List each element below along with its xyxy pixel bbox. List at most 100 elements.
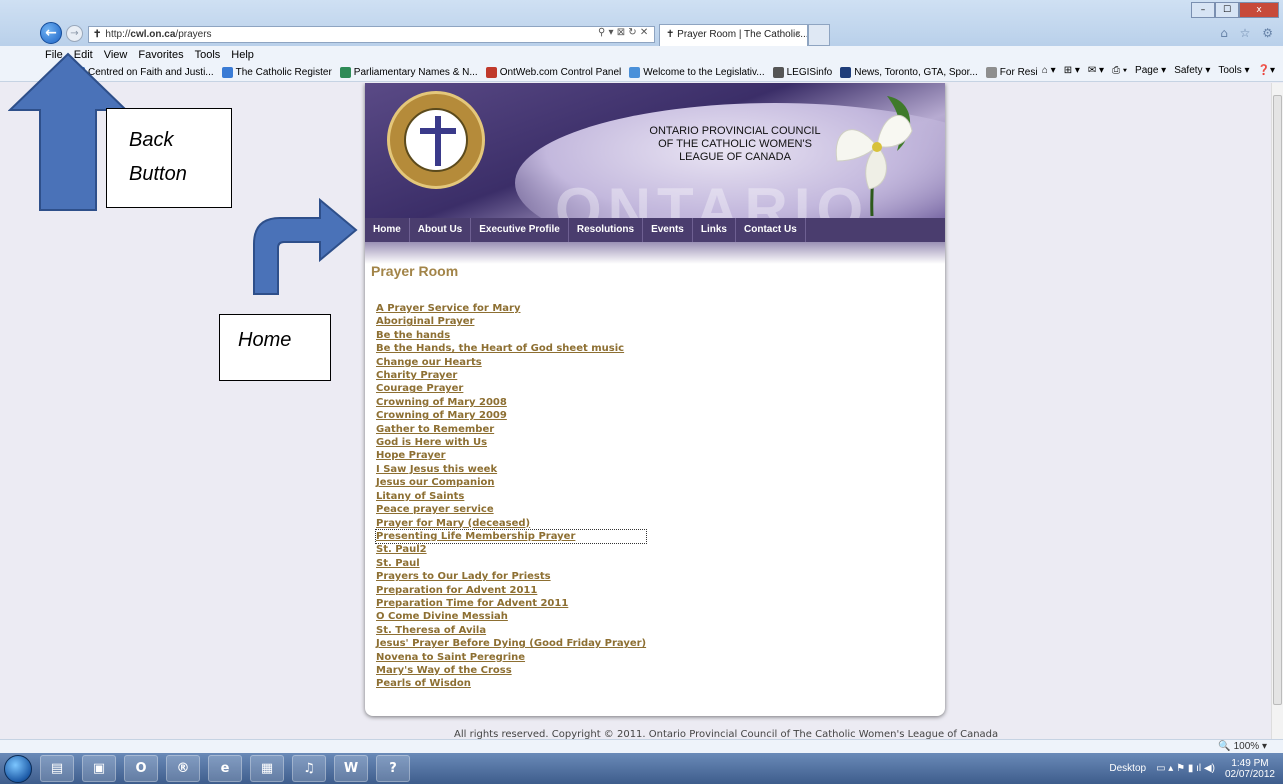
prayer-link[interactable]: A Prayer Service for Mary <box>376 302 646 315</box>
cmd-help-icon[interactable]: ❓▾ <box>1258 65 1275 76</box>
tab-favicon-icon: ✝ <box>666 29 678 40</box>
site-container: ONTARIO ONTARIO PROVINCIAL COUNCIL OF TH… <box>365 83 945 716</box>
council-title-line: OF THE CATHOLIC WOMEN'S <box>658 138 812 150</box>
prayer-link[interactable]: Hope Prayer <box>376 449 646 462</box>
nav-resolutions[interactable]: Resolutions <box>569 218 644 242</box>
nav-about-us[interactable]: About Us <box>410 218 472 242</box>
prayer-link[interactable]: Mary's Way of the Cross <box>376 664 646 677</box>
nav-contact-us[interactable]: Contact Us <box>736 218 806 242</box>
prayer-link[interactable]: Presenting Life Membership Prayer <box>374 528 648 545</box>
favorite-link[interactable]: OntWeb.com Control Panel <box>485 67 621 78</box>
menu-tools[interactable]: Tools <box>195 49 221 61</box>
list-item: Be the hands <box>376 329 646 342</box>
outlook-icon[interactable]: O <box>124 755 158 782</box>
favorite-link[interactable]: Parliamentary Names & N... <box>339 67 478 78</box>
menu-help[interactable]: Help <box>231 49 254 61</box>
prayer-link[interactable]: Crowning of Mary 2009 <box>376 409 646 422</box>
prayer-link[interactable]: Litany of Saints <box>376 490 646 503</box>
menu-favorites[interactable]: Favorites <box>138 49 183 61</box>
cmd-safety-menu[interactable]: Safety ▾ <box>1174 65 1210 76</box>
cmd-tools-menu[interactable]: Tools ▾ <box>1218 65 1249 76</box>
vertical-scrollbar[interactable] <box>1271 83 1283 739</box>
clock-date: 02/07/2012 <box>1224 768 1275 780</box>
maximize-button[interactable]: ☐ <box>1215 2 1239 18</box>
address-controls[interactable]: ⚲ ▾ ⊠ ↻ ✕ <box>598 27 648 38</box>
prayer-link[interactable]: Pearls of Wisdon <box>376 677 646 690</box>
nav-home[interactable]: Home <box>365 218 410 242</box>
new-tab-button[interactable] <box>808 24 830 46</box>
prayer-link[interactable]: Be the hands <box>376 329 646 342</box>
favorite-link[interactable]: LEGISinfo <box>772 67 833 78</box>
favorite-link[interactable]: The Catholic Register <box>221 67 332 78</box>
tab-close-icon[interactable]: × <box>795 25 801 45</box>
prayer-link[interactable]: Novena to Saint Peregrine <box>376 651 646 664</box>
zoom-level[interactable]: 🔍 100% ▾ <box>1218 741 1267 752</box>
annotation-home-label: Home <box>219 314 331 381</box>
media-center-icon[interactable]: ▣ <box>82 755 116 782</box>
cmd-mail-icon[interactable]: ✉ ▾ <box>1088 65 1104 76</box>
minimize-button[interactable]: – <box>1191 2 1215 18</box>
favorite-link[interactable]: News, Toronto, GTA, Spor... <box>840 67 978 78</box>
prayer-link[interactable]: Change our Hearts <box>376 356 646 369</box>
prayer-link[interactable]: Crowning of Mary 2008 <box>376 396 646 409</box>
prayer-link[interactable]: Aboriginal Prayer <box>376 315 646 328</box>
nav-links[interactable]: Links <box>693 218 736 242</box>
prayer-link[interactable]: Prayer for Mary (deceased) <box>376 517 646 530</box>
prayer-link[interactable]: St. Paul2 <box>376 543 646 556</box>
cross-bar <box>420 128 456 134</box>
start-button[interactable] <box>4 754 32 783</box>
nav-shadow <box>365 242 945 264</box>
prayer-link[interactable]: Courage Prayer <box>376 382 646 395</box>
prayer-link[interactable]: Jesus our Companion <box>376 476 646 489</box>
prayer-link[interactable]: Prayers to Our Lady for Priests <box>376 570 646 583</box>
site-favicon-icon: ✝ <box>93 29 102 40</box>
itunes-icon[interactable]: ♫ <box>292 755 326 782</box>
list-item: Pearls of Wisdon <box>376 677 646 690</box>
favorite-label: LEGISinfo <box>786 67 833 78</box>
list-item: Preparation for Advent 2011 <box>376 584 646 597</box>
scrollbar-thumb[interactable] <box>1273 95 1282 705</box>
word-icon[interactable]: W <box>334 755 368 782</box>
prayer-link[interactable]: God is Here with Us <box>376 436 646 449</box>
cwl-seal-logo[interactable] <box>387 91 485 189</box>
prayer-link[interactable]: Preparation for Advent 2011 <box>376 584 646 597</box>
tray-icons[interactable]: ▭ ▴ ⚑ ▮ ıl ◀) <box>1156 763 1215 774</box>
prayer-link[interactable]: Be the Hands, the Heart of God sheet mus… <box>376 342 646 355</box>
prayer-link[interactable]: Charity Prayer <box>376 369 646 382</box>
prayer-link[interactable]: I Saw Jesus this week <box>376 463 646 476</box>
cmd-feeds-icon[interactable]: ⊞ ▾ <box>1064 65 1080 76</box>
prayer-link[interactable]: Gather to Remember <box>376 423 646 436</box>
clock[interactable]: 1:49 PM 02/07/2012 <box>1225 758 1275 780</box>
back-button[interactable]: ← <box>40 22 62 44</box>
prayer-link[interactable]: Peace prayer service <box>376 503 646 516</box>
prayer-link[interactable]: Preparation Time for Advent 2011 <box>376 597 646 610</box>
home-favorites-settings-icons[interactable]: ⌂ ☆ ⚙ <box>1220 26 1277 40</box>
close-button[interactable]: x <box>1239 2 1279 18</box>
seal-center <box>404 108 468 172</box>
cmd-page-menu[interactable]: Page ▾ <box>1135 65 1166 76</box>
cmd-home-icon[interactable]: ⌂ ▾ <box>1042 65 1056 76</box>
list-item: Aboriginal Prayer <box>376 315 646 328</box>
annotation-bent-arrow-icon <box>253 197 358 295</box>
prayer-link[interactable]: St. Theresa of Avila <box>376 624 646 637</box>
nav-executive-profile[interactable]: Executive Profile <box>471 218 569 242</box>
menu-bar: File Edit View Favorites Tools Help <box>0 46 1283 64</box>
url-domain: cwl.on.ca <box>130 29 176 40</box>
tab-prayer-room[interactable]: ✝ Prayer Room | The Catholic... × <box>659 24 808 46</box>
address-bar[interactable]: ✝ http://cwl.on.ca/prayers <box>88 26 655 43</box>
forward-button[interactable]: → <box>66 25 83 42</box>
prayer-link[interactable]: O Come Divine Messiah <box>376 610 646 623</box>
prayer-link[interactable]: St. Paul <box>376 557 646 570</box>
ie-icon[interactable]: e <box>208 755 242 782</box>
prayer-link[interactable]: Jesus' Prayer Before Dying (Good Friday … <box>376 637 646 650</box>
calculator-icon[interactable]: ▦ <box>250 755 284 782</box>
nav-events[interactable]: Events <box>643 218 693 242</box>
explorer-icon[interactable]: ▤ <box>40 755 74 782</box>
annotation-back-line1: Back <box>129 129 174 151</box>
list-item: Be the Hands, the Heart of God sheet mus… <box>376 342 646 355</box>
cmd-print-icon[interactable]: ⎙ ▾ <box>1112 65 1127 76</box>
desktop-toolbar[interactable]: Desktop <box>1109 763 1146 774</box>
help-icon[interactable]: ? <box>376 755 410 782</box>
remote-icon[interactable]: ® <box>166 755 200 782</box>
favorite-link[interactable]: Welcome to the Legislativ... <box>629 67 765 78</box>
